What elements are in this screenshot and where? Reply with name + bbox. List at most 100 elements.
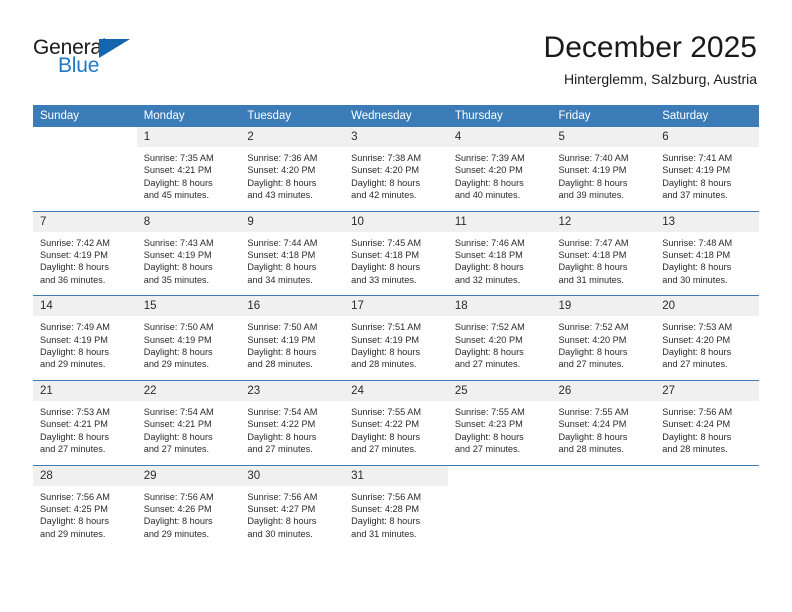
calendar-day-cell[interactable]: 1 Sunrise: 7:35 AM Sunset: 4:21 PM Daylight… <box>136 127 241 211</box>
daylight-text-line1: Daylight: 8 hours <box>247 177 317 188</box>
sunset-text: Sunset: 4:24 PM <box>662 419 731 430</box>
day-number: 18 <box>447 296 552 317</box>
sunrise-text: Sunrise: 7:49 AM <box>40 322 110 333</box>
calendar-day-cell[interactable]: 27 Sunrise: 7:56 AM Sunset: 4:24 PM Dayligh… <box>655 379 759 465</box>
calendar-day-cell[interactable]: 10 Sunrise: 7:45 AM Sunset: 4:18 PM Dayligh… <box>344 210 448 296</box>
daylight-text-line1: Daylight: 8 hours <box>143 262 213 273</box>
day-details: Sunrise: 7:46 AM Sunset: 4:18 PM Daylight:… <box>448 232 552 296</box>
sunset-text: Sunset: 4:20 PM <box>454 334 523 345</box>
sunset-text: Sunset: 4:19 PM <box>40 334 108 345</box>
calendar-day-cell[interactable]: 8 Sunrise: 7:43 AM Sunset: 4:19 PM Daylight… <box>136 210 241 296</box>
calendar-day-cell[interactable]: 14 Sunrise: 7:49 AM Sunset: 4:19 PM Dayligh… <box>33 295 137 381</box>
day-number: 24 <box>344 380 448 401</box>
calendar-week-row: 21 Sunrise: 7:53 AM Sunset: 4:21 PM Dayligh… <box>33 379 759 465</box>
day-number: 25 <box>447 380 552 401</box>
calendar-day-cell[interactable]: 28 Sunrise: 7:56 AM Sunset: 4:25 PM Dayligh… <box>33 464 137 550</box>
day-details: Sunrise: 7:56 AM Sunset: 4:28 PM Daylight:… <box>344 486 448 550</box>
sunset-text: Sunset: 4:27 PM <box>247 503 316 514</box>
daylight-text-line2: and 31 minutes. <box>351 528 417 539</box>
sunrise-text: Sunrise: 7:38 AM <box>351 153 422 163</box>
calendar-day-cell[interactable]: 5 Sunrise: 7:40 AM Sunset: 4:19 PM Daylight… <box>551 127 656 211</box>
weekday-header-saturday: Saturday <box>655 105 759 127</box>
day-details <box>552 486 656 543</box>
sunset-text: Sunset: 4:20 PM <box>454 165 523 176</box>
sunset-text: Sunset: 4:19 PM <box>351 334 420 345</box>
daylight-text-line1: Daylight: 8 hours <box>558 347 628 358</box>
daylight-text-line2: and 35 minutes. <box>143 274 210 285</box>
calendar-day-cell[interactable]: 23 Sunrise: 7:54 AM Sunset: 4:22 PM Dayligh… <box>240 379 345 465</box>
calendar-day-cell[interactable]: 6 Sunrise: 7:41 AM Sunset: 4:19 PM Daylight… <box>655 127 759 211</box>
day-number: 1 <box>136 127 241 147</box>
calendar-page: General Blue December 2025 Hinterglemm, … <box>0 0 792 612</box>
calendar-day-cell[interactable]: 12 Sunrise: 7:47 AM Sunset: 4:18 PM Dayligh… <box>551 210 656 296</box>
daylight-text-line1: Daylight: 8 hours <box>247 347 317 358</box>
weekday-header-wednesday: Wednesday <box>344 105 448 127</box>
daylight-text-line1: Daylight: 8 hours <box>351 516 421 527</box>
daylight-text-line1: Daylight: 8 hours <box>143 347 213 358</box>
calendar-day-cell[interactable]: 7 Sunrise: 7:42 AM Sunset: 4:19 PM Daylight… <box>33 210 137 296</box>
daylight-text-line2: and 33 minutes. <box>351 274 417 285</box>
calendar-day-cell[interactable]: 11 Sunrise: 7:46 AM Sunset: 4:18 PM Dayligh… <box>447 210 552 296</box>
sunset-text: Sunset: 4:19 PM <box>662 165 731 176</box>
day-details: Sunrise: 7:54 AM Sunset: 4:21 PM Daylight:… <box>137 401 241 465</box>
sunrise-text: Sunrise: 7:56 AM <box>247 491 318 502</box>
calendar-day-cell[interactable]: 26 Sunrise: 7:55 AM Sunset: 4:24 PM Dayligh… <box>551 379 656 465</box>
daylight-text-line1: Daylight: 8 hours <box>40 431 109 442</box>
day-number: 14 <box>33 296 137 317</box>
calendar-day-cell[interactable]: 25 Sunrise: 7:55 AM Sunset: 4:23 PM Dayligh… <box>447 379 552 465</box>
daylight-text-line2: and 27 minutes. <box>558 359 624 370</box>
calendar-day-cell[interactable]: 18 Sunrise: 7:52 AM Sunset: 4:20 PM Dayligh… <box>447 295 552 381</box>
daylight-text-line2: and 39 minutes. <box>558 190 624 201</box>
daylight-text-line2: and 42 minutes. <box>351 190 417 201</box>
daylight-text-line1: Daylight: 8 hours <box>143 177 213 188</box>
sunrise-text: Sunrise: 7:55 AM <box>558 406 629 417</box>
sunrise-text: Sunrise: 7:56 AM <box>662 406 733 417</box>
page-subtitle: Hinterglemm, Salzburg, Austria <box>564 71 757 87</box>
title-block: December 2025 Hinterglemm, Salzburg, Aus… <box>544 31 757 88</box>
day-details: Sunrise: 7:47 AM Sunset: 4:18 PM Daylight:… <box>552 232 656 296</box>
calendar-day-cell-empty <box>655 464 759 550</box>
day-details <box>448 486 552 543</box>
calendar-day-cell[interactable]: 17 Sunrise: 7:51 AM Sunset: 4:19 PM Dayligh… <box>344 295 448 381</box>
calendar-day-cell[interactable]: 16 Sunrise: 7:50 AM Sunset: 4:19 PM Dayligh… <box>240 295 345 381</box>
weekday-header-friday: Friday <box>551 105 656 127</box>
day-number: 27 <box>655 380 759 401</box>
calendar-day-cell[interactable]: 29 Sunrise: 7:56 AM Sunset: 4:26 PM Dayligh… <box>136 464 241 550</box>
day-number: 11 <box>447 211 552 232</box>
sunrise-text: Sunrise: 7:42 AM <box>40 237 110 248</box>
day-number: 22 <box>136 380 241 401</box>
calendar-day-cell[interactable]: 15 Sunrise: 7:50 AM Sunset: 4:19 PM Dayligh… <box>136 295 241 381</box>
calendar-day-cell[interactable]: 20 Sunrise: 7:53 AM Sunset: 4:20 PM Dayligh… <box>655 295 759 381</box>
calendar-day-cell[interactable]: 22 Sunrise: 7:54 AM Sunset: 4:21 PM Dayligh… <box>136 379 241 465</box>
day-number: 19 <box>551 296 656 317</box>
weekday-header-thursday: Thursday <box>447 105 552 127</box>
day-number: 9 <box>240 211 345 232</box>
sunset-text: Sunset: 4:22 PM <box>247 419 316 430</box>
day-number: 13 <box>655 211 759 232</box>
daylight-text-line1: Daylight: 8 hours <box>247 262 317 273</box>
calendar-day-cell[interactable]: 3 Sunrise: 7:38 AM Sunset: 4:20 PM Daylight… <box>344 127 448 211</box>
calendar-day-cell[interactable]: 19 Sunrise: 7:52 AM Sunset: 4:20 PM Dayligh… <box>551 295 656 381</box>
daylight-text-line2: and 27 minutes. <box>40 444 106 455</box>
calendar-day-cell[interactable]: 31 Sunrise: 7:56 AM Sunset: 4:28 PM Dayligh… <box>344 464 448 550</box>
day-number: 7 <box>33 211 137 232</box>
calendar-day-cell[interactable]: 13 Sunrise: 7:48 AM Sunset: 4:18 PM Dayligh… <box>655 210 759 296</box>
logo-text-blue: Blue <box>58 54 100 77</box>
generalblue-logo[interactable]: General Blue <box>33 37 153 83</box>
day-details: Sunrise: 7:53 AM Sunset: 4:21 PM Daylight:… <box>33 401 137 465</box>
sunrise-text: Sunrise: 7:53 AM <box>662 322 733 333</box>
daylight-text-line1: Daylight: 8 hours <box>247 516 317 527</box>
calendar-day-cell[interactable]: 21 Sunrise: 7:53 AM Sunset: 4:21 PM Dayligh… <box>33 379 137 465</box>
calendar-day-cell-empty <box>33 127 137 211</box>
daylight-text-line1: Daylight: 8 hours <box>454 262 524 273</box>
calendar-day-cell[interactable]: 30 Sunrise: 7:56 AM Sunset: 4:27 PM Dayligh… <box>240 464 345 550</box>
calendar-day-cell[interactable]: 24 Sunrise: 7:55 AM Sunset: 4:22 PM Dayligh… <box>344 379 448 465</box>
calendar-day-cell[interactable]: 4 Sunrise: 7:39 AM Sunset: 4:20 PM Daylight… <box>447 127 552 211</box>
day-number: 6 <box>655 127 759 147</box>
calendar-day-cell[interactable]: 9 Sunrise: 7:44 AM Sunset: 4:18 PM Daylight… <box>240 210 345 296</box>
daylight-text-line1: Daylight: 8 hours <box>40 262 109 273</box>
daylight-text-line2: and 29 minutes. <box>143 528 210 539</box>
calendar-day-cell[interactable]: 2 Sunrise: 7:36 AM Sunset: 4:20 PM Daylight… <box>240 127 345 211</box>
sunrise-text: Sunrise: 7:48 AM <box>662 237 733 248</box>
day-details <box>33 147 137 204</box>
